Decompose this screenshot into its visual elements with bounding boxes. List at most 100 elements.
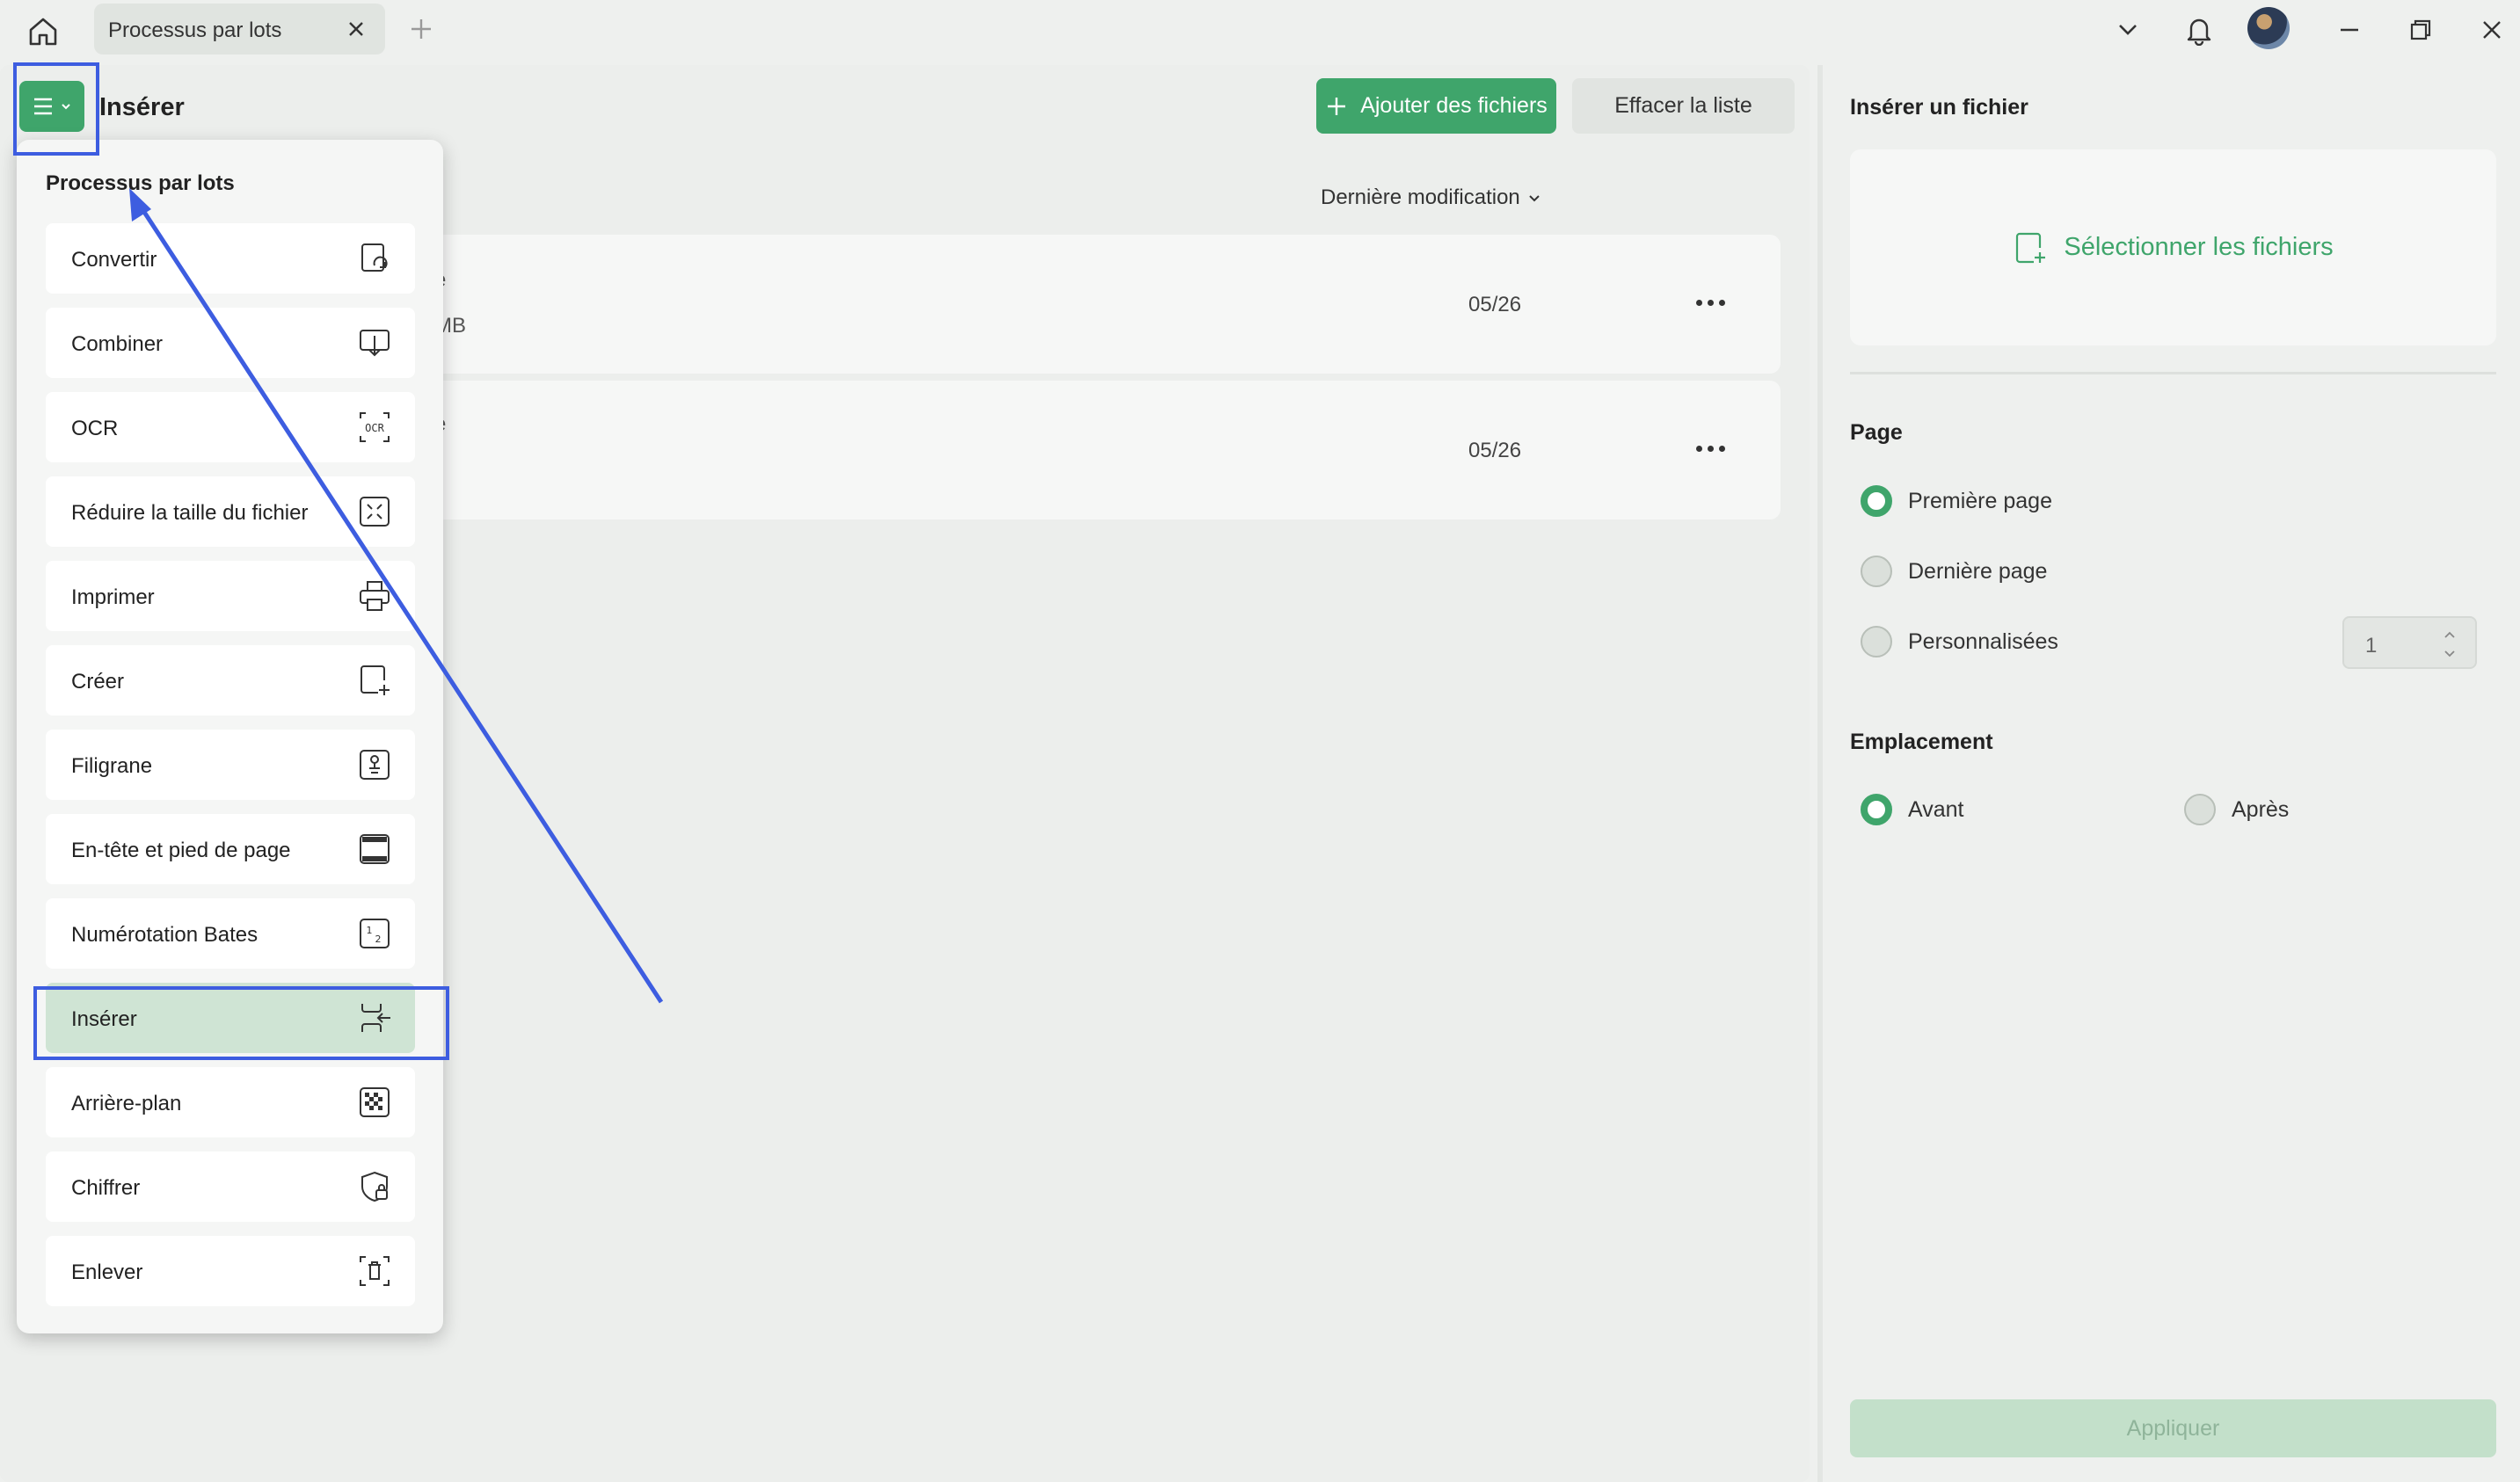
- more-options-button[interactable]: [1688, 435, 1732, 461]
- encrypt-icon: [361, 1171, 388, 1202]
- close-icon[interactable]: [343, 16, 369, 42]
- apply-label: Appliquer: [2126, 1415, 2220, 1441]
- file-date: 05/26: [1468, 293, 1522, 316]
- select-files-area[interactable]: Sélectionner les fichiers: [1850, 149, 2496, 345]
- dot: [1695, 299, 1702, 306]
- convert-icon: [361, 243, 388, 272]
- menu-item-label: Arrière-plan: [71, 1092, 182, 1115]
- dot: [1718, 445, 1725, 452]
- menu-item-label: OCR: [71, 417, 119, 440]
- highlight-box-menu-button: [13, 62, 99, 156]
- menu-item-bates[interactable]: Numérotation Bates 12: [46, 898, 415, 969]
- apply-button[interactable]: Appliquer: [1850, 1399, 2496, 1457]
- more-options-button[interactable]: [1688, 289, 1732, 316]
- menu-item-filigrane[interactable]: Filigrane: [46, 730, 415, 800]
- insert-settings-panel: Insérer un fichier Sélectionner les fich…: [1817, 65, 2520, 1482]
- menu-item-label: En-tête et pied de page: [71, 839, 291, 862]
- menu-item-label: Enlever: [71, 1260, 143, 1284]
- menu-item-en-tete[interactable]: En-tête et pied de page: [46, 814, 415, 884]
- menu-item-arriere-plan[interactable]: Arrière-plan: [46, 1067, 415, 1137]
- radio-last-page[interactable]: Dernière page: [1861, 556, 2047, 587]
- avatar[interactable]: [2247, 7, 2290, 49]
- menu-item-label: Filigrane: [71, 754, 153, 778]
- home-button[interactable]: [23, 11, 63, 52]
- dot: [1707, 299, 1714, 306]
- printer-icon: [360, 581, 390, 611]
- sort-label: Dernière modification: [1321, 185, 1520, 209]
- radio-label: Première page: [1908, 488, 2052, 513]
- radio-first-page[interactable]: Première page: [1861, 485, 2052, 517]
- radio-button[interactable]: [1861, 485, 1892, 517]
- menu-item-combiner[interactable]: Combiner: [46, 308, 415, 378]
- ocr-icon: OCR: [360, 412, 390, 442]
- radio-button[interactable]: [1861, 626, 1892, 657]
- menu-item-convertir[interactable]: Convertir: [46, 223, 415, 294]
- bates-icon: 12: [360, 919, 390, 948]
- menu-item-label: Convertir: [71, 248, 157, 272]
- svg-text:1: 1: [367, 925, 373, 936]
- highlight-box-inserer: [33, 986, 449, 1060]
- menu-title: Processus par lots: [46, 171, 235, 195]
- menu-item-enlever[interactable]: Enlever: [46, 1236, 415, 1306]
- custom-page-stepper[interactable]: 1: [2342, 616, 2477, 669]
- combine-icon: [360, 330, 390, 357]
- bell-icon: [2187, 18, 2211, 46]
- menu-item-ocr[interactable]: OCR OCR: [46, 392, 415, 462]
- add-file-icon: [2016, 232, 2046, 263]
- panel-title: Insérer un fichier: [1850, 95, 2028, 120]
- remove-icon: [360, 1256, 390, 1286]
- restore-icon: [2410, 19, 2431, 40]
- batch-process-menu: Processus par lots Convertir Combiner OC…: [17, 140, 443, 1333]
- file-row[interactable]: e 05/26: [431, 381, 1781, 519]
- stepper-arrows-icon[interactable]: [2442, 625, 2458, 664]
- radio-label: Dernière page: [1908, 558, 2048, 584]
- dot: [1695, 445, 1702, 452]
- svg-text:OCR: OCR: [365, 422, 384, 434]
- chevron-down-icon: [1529, 195, 1540, 202]
- file-date: 05/26: [1468, 439, 1522, 462]
- compress-icon: [360, 497, 390, 527]
- menu-item-imprimer[interactable]: Imprimer: [46, 561, 415, 631]
- radio-after[interactable]: Après: [2184, 794, 2289, 825]
- clear-list-button[interactable]: Effacer la liste: [1572, 78, 1795, 134]
- home-icon: [29, 18, 57, 46]
- divider: [1850, 372, 2496, 374]
- dot: [1707, 445, 1714, 452]
- restore-button[interactable]: [2403, 12, 2438, 47]
- minimize-icon: [2341, 28, 2358, 32]
- sort-dropdown[interactable]: Dernière modification: [1321, 185, 1541, 210]
- add-files-label: Ajouter des fichiers: [1360, 93, 1548, 118]
- menu-item-reduire[interactable]: Réduire la taille du fichier: [46, 476, 415, 547]
- radio-button[interactable]: [1861, 794, 1892, 825]
- radio-label: Avant: [1908, 796, 1964, 822]
- file-row[interactable]: e MB 05/26: [431, 235, 1781, 374]
- radio-custom-page[interactable]: Personnalisées: [1861, 626, 2058, 657]
- radio-button[interactable]: [2184, 794, 2216, 825]
- watermark-icon: [360, 750, 390, 780]
- notifications-button[interactable]: [2181, 12, 2217, 47]
- menu-item-chiffrer[interactable]: Chiffrer: [46, 1151, 415, 1222]
- menu-item-label: Créer: [71, 670, 125, 694]
- menu-item-creer[interactable]: Créer: [46, 645, 415, 716]
- menu-item-label: Chiffrer: [71, 1176, 141, 1200]
- minimize-button[interactable]: [2332, 12, 2367, 47]
- window-close-button[interactable]: [2474, 12, 2509, 47]
- plus-icon[interactable]: [406, 14, 436, 44]
- radio-label: Après: [2232, 796, 2290, 822]
- stepper-value: 1: [2365, 634, 2378, 657]
- tab-processus-par-lots[interactable]: Processus par lots: [94, 4, 385, 54]
- menu-item-label: Numérotation Bates: [71, 923, 259, 947]
- radio-button[interactable]: [1861, 556, 1892, 587]
- page-section-title: Page: [1850, 420, 1903, 445]
- select-files-label: Sélectionner les fichiers: [2064, 233, 2334, 261]
- location-section-title: Emplacement: [1850, 730, 1993, 754]
- chevron-down-icon: [2119, 25, 2137, 35]
- radio-label: Personnalisées: [1908, 628, 2058, 654]
- add-files-button[interactable]: Ajouter des fichiers: [1316, 78, 1556, 134]
- radio-before[interactable]: Avant: [1861, 794, 1963, 825]
- plus-icon: [1328, 97, 1346, 115]
- tabs-dropdown-button[interactable]: [2110, 12, 2145, 47]
- create-icon: [361, 665, 390, 695]
- background-icon: [360, 1087, 390, 1117]
- close-icon: [2483, 21, 2501, 39]
